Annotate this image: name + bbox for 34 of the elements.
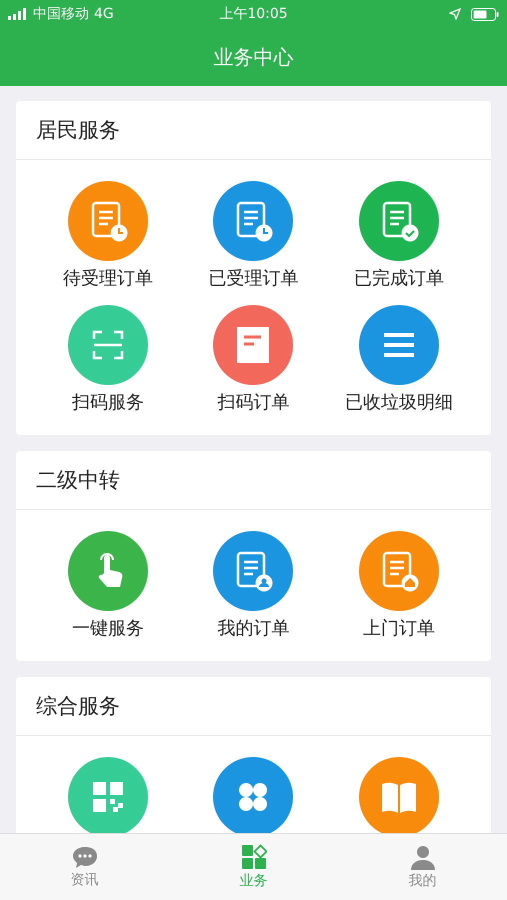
document-house-icon[interactable] [359, 531, 440, 611]
signal-icon [8, 8, 28, 20]
document-check-icon[interactable] [359, 181, 440, 261]
carrier-name: 中国移动 [33, 5, 89, 23]
document-clock-icon[interactable] [68, 181, 148, 261]
service-label[interactable]: 扫码服务 [72, 391, 144, 415]
pointing-hand-icon[interactable] [68, 531, 148, 611]
page-title: 业务中心 [214, 44, 294, 70]
service-label[interactable]: 一键服务 [72, 617, 144, 641]
document-person-icon[interactable] [213, 531, 294, 611]
qr-code-icon[interactable] [68, 757, 148, 833]
service-label[interactable]: 扫码订单 [217, 391, 290, 415]
grid-icon [240, 844, 266, 870]
four-circles-icon[interactable] [213, 757, 294, 833]
location-arrow-icon [449, 8, 461, 20]
service-label[interactable]: 上门订单 [363, 617, 436, 641]
chat-bubble-icon [72, 845, 98, 869]
service-label[interactable]: 已收垃圾明细 [345, 391, 454, 415]
service-label[interactable]: 已受理订单 [208, 267, 298, 291]
person-icon [410, 844, 436, 870]
battery-icon [471, 8, 499, 20]
clock-time: 上午10:05 [219, 5, 288, 23]
service-label[interactable]: 已完成订单 [354, 267, 444, 291]
document-clock-icon[interactable] [213, 181, 294, 261]
network-type: 4G [94, 6, 114, 22]
scan-icon[interactable] [68, 305, 148, 385]
list-icon[interactable] [359, 305, 440, 385]
open-book-icon[interactable] [359, 757, 440, 833]
note-icon[interactable] [213, 305, 294, 385]
service-label[interactable]: 待受理订单 [62, 267, 153, 291]
section-title: 居民服务 [16, 101, 491, 160]
section-title: 综合服务 [16, 677, 491, 736]
service-label[interactable]: 我的订单 [217, 617, 290, 641]
section-title: 二级中转 [16, 451, 491, 510]
